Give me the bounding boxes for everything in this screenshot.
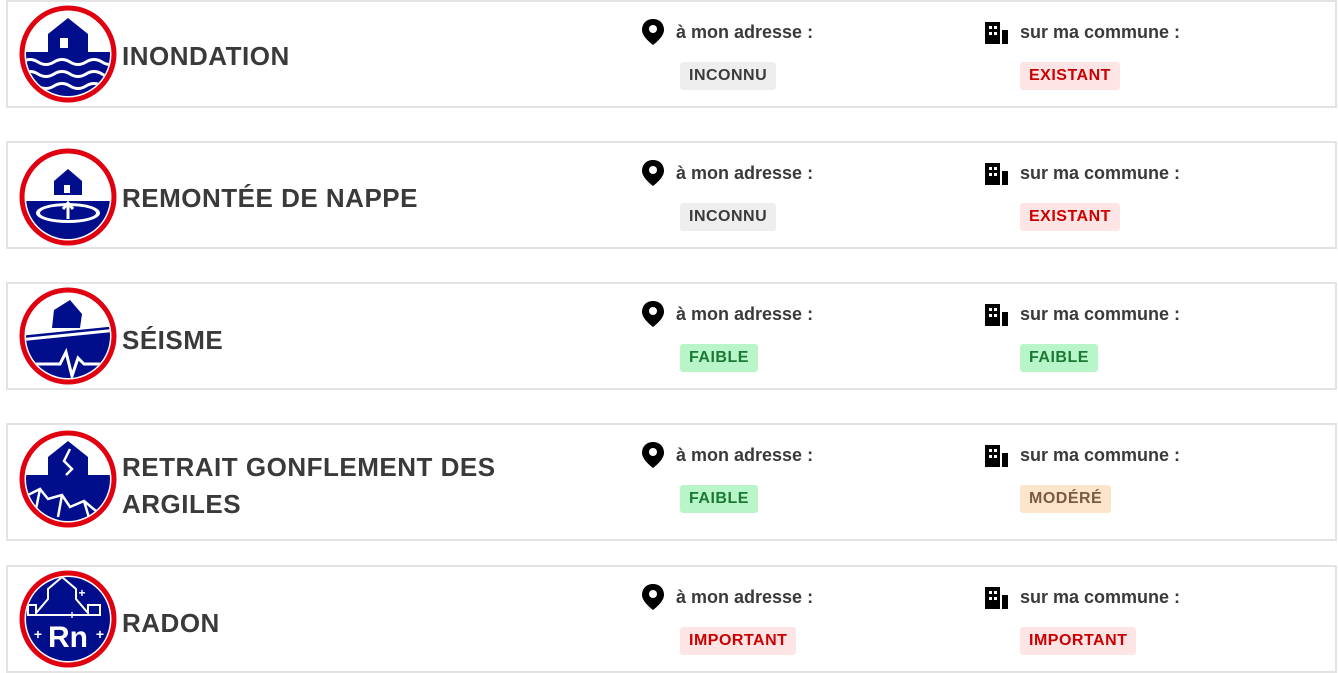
address-label: à mon adresse :: [676, 444, 814, 465]
address-status-badge: FAIBLE: [680, 344, 758, 372]
flood-icon: [18, 4, 118, 104]
svg-text:Rn: Rn: [48, 621, 88, 654]
location-pin-icon: [642, 19, 664, 45]
commune-label: sur ma commune :: [1020, 162, 1181, 183]
risk-title: REMONTÉE DE NAPPE: [122, 183, 418, 213]
commune-status-badge: IMPORTANT: [1020, 627, 1137, 655]
location-pin-icon: [642, 160, 664, 186]
address-label-wrap: à mon adresse :: [640, 583, 813, 611]
risk-title: INONDATION: [122, 41, 290, 71]
risk-card-remontee-nappe[interactable]: REMONTÉE DE NAPPE à mon adresse : INCONN…: [6, 141, 1337, 249]
risk-card-inondation[interactable]: INONDATION à mon adresse : INCONNU sur m…: [6, 0, 1337, 108]
risk-card-seisme[interactable]: SÉISME à mon adresse : FAIBLE sur ma com…: [6, 282, 1337, 390]
svg-text:+: +: [34, 626, 42, 642]
commune-label: sur ma commune :: [1020, 444, 1181, 465]
address-label: à mon adresse :: [676, 586, 814, 607]
svg-text:+: +: [78, 586, 85, 600]
address-status-badge: FAIBLE: [680, 485, 758, 513]
commune-label: sur ma commune :: [1020, 586, 1181, 607]
commune-status-badge: EXISTANT: [1020, 62, 1120, 90]
address-label-wrap: à mon adresse :: [640, 441, 813, 469]
commune-status-badge: EXISTANT: [1020, 203, 1120, 231]
earthquake-icon: [18, 286, 118, 386]
building-icon: [985, 304, 1008, 326]
radon-icon: Rn + + + +: [18, 569, 118, 669]
commune-label-wrap: sur ma commune :: [984, 583, 1180, 611]
risk-card-radon[interactable]: Rn + + + + RADON à mon adresse : IMPORTA…: [6, 565, 1337, 673]
address-status-badge: IMPORTANT: [680, 627, 797, 655]
risk-title: RETRAIT GONFLEMENT DES ARGILES: [122, 452, 496, 519]
commune-label: sur ma commune :: [1020, 303, 1181, 324]
commune-label-wrap: sur ma commune :: [984, 159, 1180, 187]
address-label: à mon adresse :: [676, 21, 814, 42]
commune-label-wrap: sur ma commune :: [984, 300, 1180, 328]
commune-label-wrap: sur ma commune :: [984, 18, 1180, 46]
building-icon: [985, 163, 1008, 185]
groundwater-rise-icon: [18, 147, 118, 247]
building-icon: [985, 587, 1008, 609]
address-label-wrap: à mon adresse :: [640, 300, 813, 328]
risk-title: RADON: [122, 608, 220, 638]
location-pin-icon: [642, 584, 664, 610]
commune-status-badge: MODÉRÉ: [1020, 485, 1112, 513]
building-icon: [985, 22, 1008, 44]
address-status-badge: INCONNU: [680, 62, 777, 90]
address-label-wrap: à mon adresse :: [640, 18, 813, 46]
clay-shrink-swell-icon: [18, 429, 118, 529]
risk-title: SÉISME: [122, 325, 224, 355]
building-icon: [985, 445, 1008, 467]
commune-label: sur ma commune :: [1020, 21, 1181, 42]
address-label-wrap: à mon adresse :: [640, 159, 813, 187]
address-label: à mon adresse :: [676, 162, 814, 183]
location-pin-icon: [642, 301, 664, 327]
location-pin-icon: [642, 442, 664, 468]
address-status-badge: INCONNU: [680, 203, 777, 231]
svg-text:+: +: [96, 626, 104, 642]
commune-label-wrap: sur ma commune :: [984, 441, 1180, 469]
svg-text:+: +: [68, 608, 75, 622]
risk-card-argiles[interactable]: RETRAIT GONFLEMENT DES ARGILES à mon adr…: [6, 423, 1337, 541]
commune-status-badge: FAIBLE: [1020, 344, 1098, 372]
address-label: à mon adresse :: [676, 303, 814, 324]
